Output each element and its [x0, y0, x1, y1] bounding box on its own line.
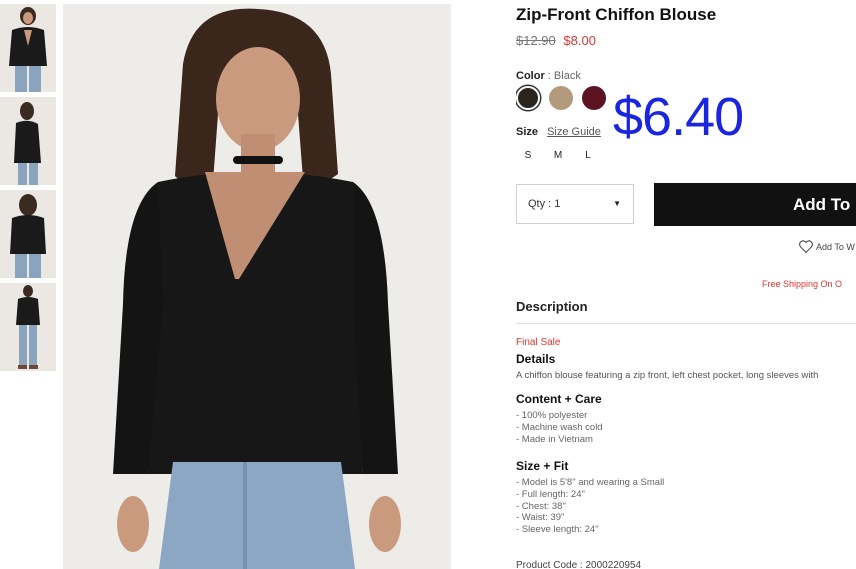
chevron-down-icon: ▼: [613, 199, 621, 208]
thumbnail-front-image: [0, 4, 56, 92]
size-option-l[interactable]: L: [570, 150, 606, 161]
add-to-wishlist-link[interactable]: Add To W: [799, 240, 855, 254]
add-to-bag-button[interactable]: Add To: [654, 183, 856, 226]
thumbnail-back[interactable]: [0, 190, 56, 278]
list-item: - Chest: 38": [516, 500, 566, 512]
quantity-select[interactable]: Qty : 1 ▼: [516, 184, 634, 224]
color-row: Color : Black: [516, 70, 581, 82]
thumbnail-full[interactable]: [0, 283, 56, 371]
size-label: Size: [516, 126, 539, 138]
thumbnail-side[interactable]: [0, 97, 56, 185]
product-info-panel: Zip-Front Chiffon Blouse $12.90 $8.00 Co…: [516, 0, 856, 569]
list-item: - Machine wash cold: [516, 421, 603, 433]
original-price: $12.90: [516, 33, 556, 48]
product-photo: [63, 4, 451, 569]
swatch-taupe[interactable]: [549, 86, 573, 110]
color-swatches: [516, 86, 606, 110]
thumbnail-back-image: [0, 190, 56, 278]
list-item: - Model is 5'8" and wearing a Small: [516, 477, 665, 488]
content-care-heading: Content + Care: [516, 392, 602, 406]
size-row: Size Size Guide: [516, 126, 601, 138]
description-heading: Description: [516, 299, 588, 314]
list-item: - Waist: 39": [516, 512, 565, 524]
list-item: - Sleeve length: 24": [516, 524, 599, 536]
size-options: S M L: [516, 150, 606, 161]
heart-icon: [799, 240, 813, 254]
size-fit-list: - Model is 5'8" and wearing a Small - Fu…: [516, 477, 664, 536]
size-guide-link[interactable]: Size Guide: [547, 126, 601, 138]
wishlist-label: Add To W: [816, 242, 855, 252]
price-row: $12.90 $8.00: [516, 33, 596, 48]
thumbnail-gallery: [0, 4, 57, 376]
product-title: Zip-Front Chiffon Blouse: [516, 5, 717, 24]
final-sale-label: Final Sale: [516, 337, 561, 348]
quantity-label: Qty : 1: [528, 198, 561, 210]
thumbnail-side-image: [0, 97, 56, 185]
details-text: A chiffon blouse featuring a zip front, …: [516, 370, 819, 381]
details-heading: Details: [516, 352, 556, 366]
product-main-image[interactable]: [63, 4, 451, 569]
sale-price: $8.00: [563, 33, 596, 48]
list-item: - Full length: 24": [516, 488, 585, 500]
content-care-list: - 100% polyester - Machine wash cold - M…: [516, 410, 603, 445]
color-label: Color: [516, 70, 545, 82]
product-code: Product Code : 2000220954: [516, 560, 642, 569]
thumbnail-front[interactable]: [0, 4, 56, 92]
promo-price-overlay: $6.40: [613, 87, 744, 147]
free-shipping-notice[interactable]: Free Shipping On O: [762, 279, 842, 289]
color-separator: :: [547, 70, 551, 82]
list-item: - Made in Vietnam: [516, 433, 593, 445]
swatch-burgundy[interactable]: [582, 86, 606, 110]
divider: [516, 323, 856, 324]
swatch-black[interactable]: [516, 86, 540, 110]
thumbnail-full-image: [0, 283, 56, 371]
size-fit-heading: Size + Fit: [516, 459, 569, 473]
list-item: - 100% polyester: [516, 410, 588, 421]
selected-color: Black: [553, 70, 581, 82]
